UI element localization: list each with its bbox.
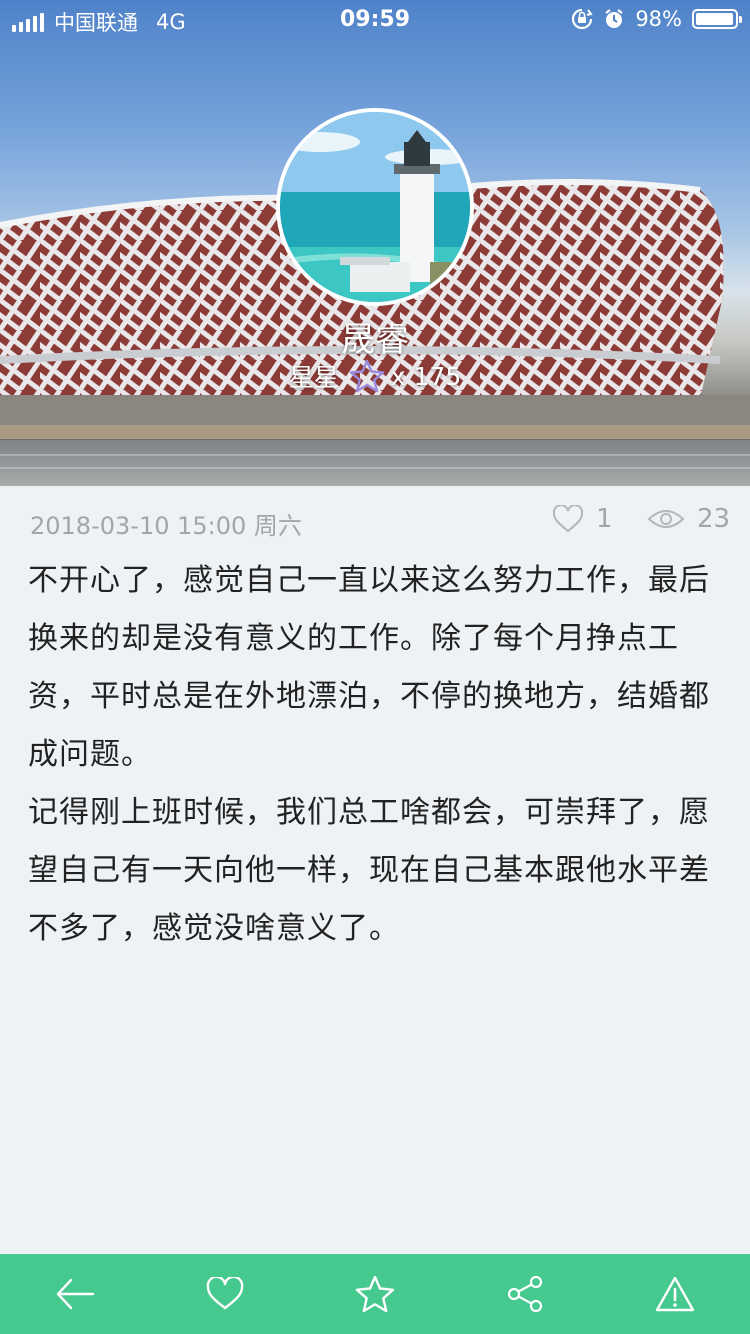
post-meta: 2018-03-10 15:00 周六 1 23	[0, 486, 750, 556]
back-arrow-icon	[56, 1278, 95, 1310]
stars-count: x 175	[390, 361, 462, 391]
cover-banner: 中国联通 4G 09:59 98% 晟睿 星星 x 175	[0, 0, 750, 486]
star-icon	[355, 1275, 395, 1313]
eye-icon	[647, 510, 685, 528]
star-count: 星星 x 175	[0, 358, 750, 394]
post-body: 不开心了，感觉自己一直以来这么努力工作，最后换来的却是没有意义的工作。除了每个月…	[28, 552, 722, 958]
like-button[interactable]	[205, 1274, 245, 1314]
view-count: 23	[647, 504, 730, 534]
rotation-lock-icon	[572, 8, 594, 30]
favorite-button[interactable]	[355, 1274, 395, 1314]
star-outline-icon	[349, 359, 384, 393]
warning-icon	[655, 1276, 695, 1312]
heart-icon	[206, 1277, 244, 1310]
heart-outline-icon	[552, 505, 584, 533]
avatar[interactable]	[276, 108, 474, 306]
like-count[interactable]: 1	[552, 504, 613, 534]
stars-label: 星星	[288, 363, 339, 392]
alarm-clock-icon	[605, 9, 623, 28]
battery-percent: 98%	[635, 7, 682, 31]
back-button[interactable]	[55, 1274, 95, 1314]
report-button[interactable]	[655, 1274, 695, 1314]
status-bar: 中国联通 4G 09:59 98%	[0, 0, 750, 40]
post-paragraph: 记得刚上班时候，我们总工啥都会，可崇拜了，愿望自己有一天向他一样，现在自己基本跟…	[28, 795, 710, 946]
user-name: 晟睿	[341, 320, 409, 360]
battery-icon	[692, 9, 742, 29]
likes-value: 1	[596, 504, 613, 534]
post-paragraph: 不开心了，感觉自己一直以来这么努力工作，最后换来的却是没有意义的工作。除了每个月…	[28, 563, 710, 772]
post-date: 2018-03-10 15:00 周六	[30, 512, 302, 540]
lighthouse-avatar-image	[280, 112, 470, 302]
battery-fill	[696, 13, 734, 25]
bottom-action-bar	[0, 1254, 750, 1334]
share-button[interactable]	[505, 1274, 545, 1314]
views-value: 23	[697, 504, 731, 534]
share-icon	[507, 1275, 543, 1313]
